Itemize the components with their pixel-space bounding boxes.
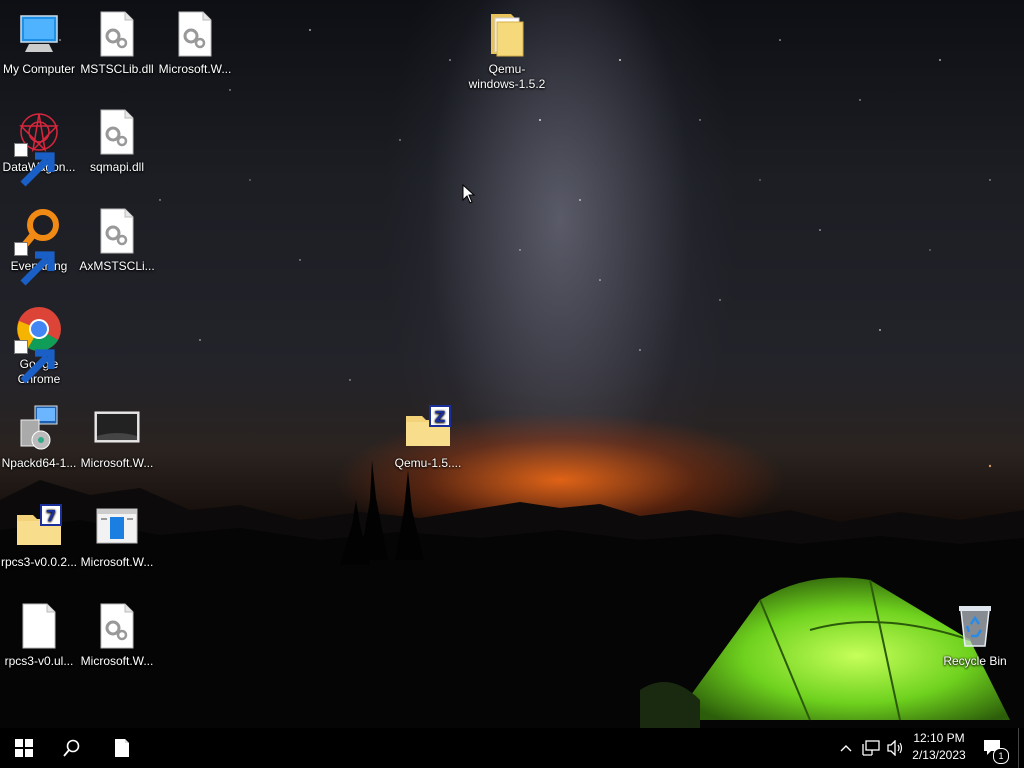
clock-date: 2/13/2023 [912,748,966,762]
microsoft-w-2-icon[interactable]: Microsoft.W... [78,404,156,471]
chrome-logo-icon [14,305,63,384]
everything-icon[interactable]: Everything [0,207,78,286]
speaker-icon [887,740,903,756]
icon-label: Microsoft.W... [80,555,154,569]
mstsclib-dll-icon[interactable]: MSTSCLib.dll [78,10,156,77]
dll-file-icon [93,108,141,156]
taskbar: 12:10 PM 2/13/2023 1 [0,728,1024,768]
qemu-zip-icon[interactable]: Z Qemu-1.5.... [389,404,467,471]
recycle-bin-icon[interactable]: Recycle Bin [936,602,1014,669]
microsoft-w-1-icon[interactable]: Microsoft.W... [156,10,234,77]
show-desktop-button[interactable] [1018,728,1024,768]
icon-label: Microsoft.W... [80,654,154,668]
mouse-cursor [462,184,476,204]
svg-text:Z: Z [435,408,446,426]
rpcs3-ul-icon[interactable]: rpcs3-v0.ul... [0,602,78,669]
icon-label: sqmapi.dll [89,160,145,174]
icon-label: Recycle Bin [943,654,1007,668]
axmstsclib-icon[interactable]: AxMSTSCLi... [78,207,156,274]
npackd-icon[interactable]: Npackd64-1... [0,404,78,471]
clock-time: 12:10 PM [913,731,965,745]
dll-file-icon [93,10,141,58]
taskbar-app-file[interactable] [98,728,146,768]
magnifier-icon [14,207,63,286]
screen-icon [93,404,141,452]
notification-badge: 1 [993,748,1009,764]
icon-label: MSTSCLib.dll [80,62,154,76]
blank-file-icon [15,602,63,650]
qemu-windows-folder-icon[interactable]: Qemu-windows-1.5.2 [468,10,546,92]
action-center-button[interactable]: 1 [978,728,1009,768]
network-icon [862,740,880,756]
icon-label: Npackd64-1... [1,456,77,470]
dll-file-icon [171,10,219,58]
icon-label: AxMSTSCLi... [79,259,155,273]
shortcut-arrow-icon [14,340,55,384]
trash-bin-icon [951,602,999,650]
volume-button[interactable] [884,728,906,768]
shortcut-arrow-icon [14,143,55,187]
my-computer-icon[interactable]: My Computer [0,10,78,77]
icon-label: Qemu-windows-1.5.2 [468,62,546,91]
desktop: My Computer DataWagon... Everything Goog… [0,0,1024,728]
folder-icon [483,10,531,58]
show-hidden-icons-button[interactable] [836,728,856,768]
windows-logo-icon [15,739,33,757]
7zip-archive-icon: 7 [15,503,63,551]
icon-label: Microsoft.W... [158,62,232,76]
start-button[interactable] [0,728,48,768]
installer-icon [15,404,63,452]
network-button[interactable] [860,728,882,768]
window-app-icon [93,503,141,551]
icon-label: rpcs3-v0.ul... [4,654,74,668]
icon-label: Microsoft.W... [80,456,154,470]
microsoft-w-3-icon[interactable]: Microsoft.W... [78,503,156,570]
dll-file-icon [93,207,141,255]
datawagon-logo-icon [14,108,63,187]
taskbar-clock[interactable]: 12:10 PM 2/13/2023 [905,730,973,766]
microsoft-w-4-icon[interactable]: Microsoft.W... [78,602,156,669]
dll-file-icon [93,602,141,650]
datawagon-icon[interactable]: DataWagon... [0,108,78,187]
zip-archive-icon: Z [404,404,452,452]
rpcs3-7z-icon[interactable]: 7 rpcs3-v0.0.2... [0,503,78,570]
google-chrome-icon[interactable]: Google Chrome [0,305,78,387]
icon-label: rpcs3-v0.0.2... [0,555,78,569]
monitor-icon [15,10,63,58]
chevron-up-icon [840,745,852,752]
search-button[interactable] [48,728,96,768]
icon-label: Qemu-1.5.... [394,456,462,470]
shortcut-arrow-icon [14,242,55,286]
svg-text:7: 7 [46,507,56,525]
file-icon [115,739,129,757]
search-icon [63,739,80,757]
sqmapi-dll-icon[interactable]: sqmapi.dll [78,108,156,175]
icon-label: My Computer [2,62,76,76]
